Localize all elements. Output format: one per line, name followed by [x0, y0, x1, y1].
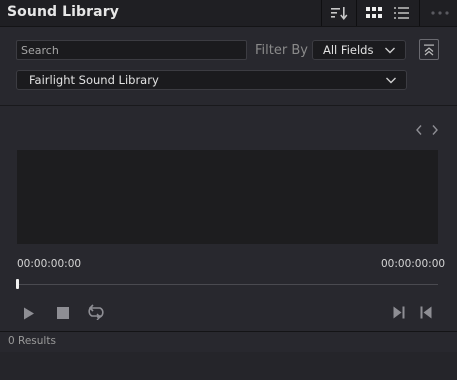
more-options-button[interactable]: [425, 0, 455, 26]
results-list-area[interactable]: [0, 352, 457, 380]
loop-button[interactable]: [84, 302, 108, 322]
mark-out-button[interactable]: [418, 304, 434, 320]
chevron-left-icon: [416, 125, 422, 135]
sort-icon: [331, 7, 348, 20]
header-divider: [419, 0, 420, 26]
list-view-icon: [394, 7, 409, 19]
grid-view-icon: [366, 7, 382, 18]
scrub-bar[interactable]: [17, 284, 438, 285]
filter-field-value: All Fields: [323, 43, 374, 57]
collapse-up-icon: [424, 44, 434, 55]
play-icon: [24, 307, 34, 319]
play-button[interactable]: [20, 304, 38, 322]
chevron-down-icon: [385, 47, 395, 54]
more-options-icon: [431, 11, 449, 15]
library-select[interactable]: Fairlight Sound Library: [16, 70, 407, 90]
mark-in-button[interactable]: [391, 304, 407, 320]
list-view-button[interactable]: [390, 0, 414, 26]
chevron-down-icon: [386, 77, 396, 84]
stop-button[interactable]: [54, 304, 72, 322]
skip-back-icon: [420, 306, 432, 318]
waveform-viewer[interactable]: [17, 150, 438, 244]
loop-icon: [88, 304, 104, 320]
playhead-handle[interactable]: [16, 279, 19, 289]
filter-field-select[interactable]: All Fields: [312, 40, 406, 60]
grid-view-button[interactable]: [362, 0, 386, 26]
header-divider: [356, 0, 357, 26]
previous-clip-button[interactable]: [413, 123, 425, 137]
timecode-start: 00:00:00:00: [17, 258, 82, 270]
skip-forward-icon: [393, 306, 405, 318]
collapse-panel-button[interactable]: [419, 39, 439, 60]
stop-icon: [57, 307, 69, 319]
library-select-value: Fairlight Sound Library: [29, 73, 159, 87]
results-count: 0 Results: [8, 335, 56, 347]
sort-button[interactable]: [322, 0, 356, 26]
chevron-right-icon: [432, 125, 438, 135]
filter-by-label: Filter By: [255, 43, 308, 58]
timecode-end: 00:00:00:00: [381, 258, 446, 270]
results-bar: [0, 331, 457, 353]
section-divider: [0, 105, 457, 106]
search-input[interactable]: [16, 40, 247, 60]
next-clip-button[interactable]: [429, 123, 441, 137]
panel-title: Sound Library: [7, 4, 119, 20]
